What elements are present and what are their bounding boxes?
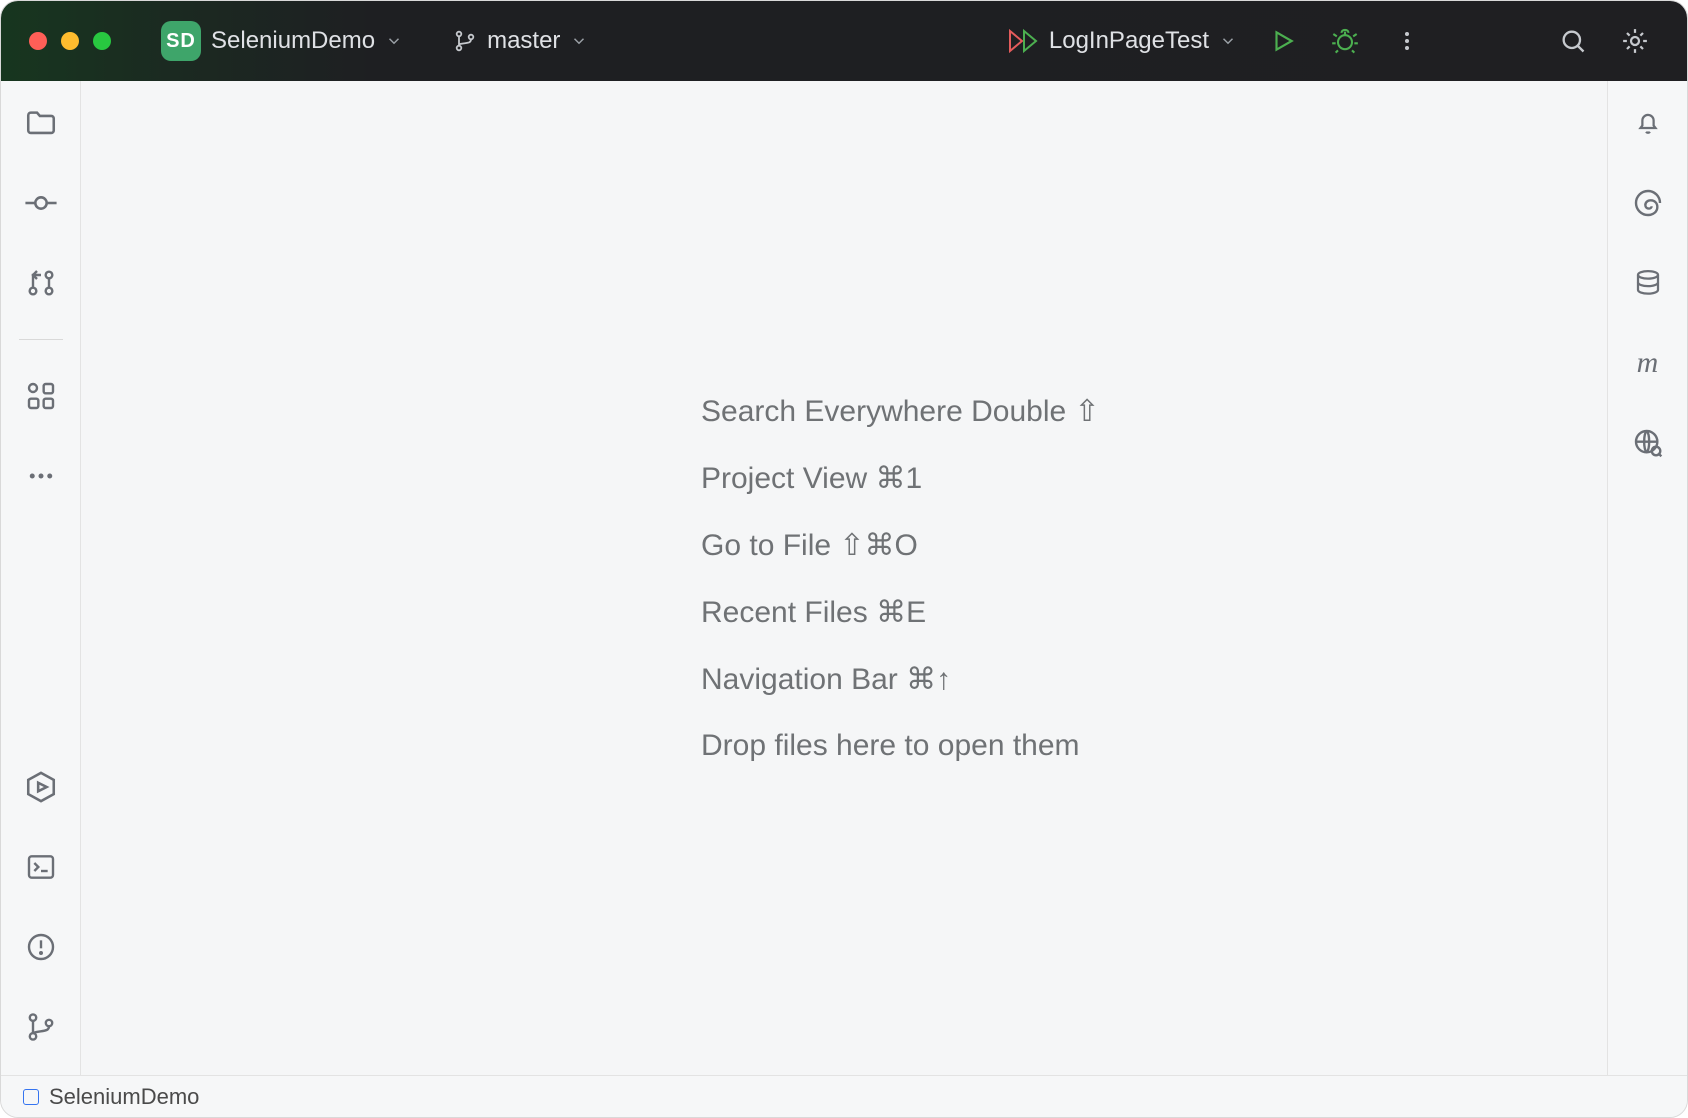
project-name-label: SeleniumDemo [211,27,375,55]
play-icon [1270,28,1296,54]
ai-assistant-tool-button[interactable] [1624,179,1672,227]
main-body: Search Everywhere Double ⇧ Project View … [1,81,1687,1075]
hint-navigation-bar: Navigation Bar ⌘↑ [701,662,1100,697]
web-tool-button[interactable] [1624,419,1672,467]
titlebar: SD SeleniumDemo master LogInPageTest [1,1,1687,81]
run-button[interactable] [1259,17,1307,65]
spiral-icon [1632,187,1664,219]
right-tool-stripe: m [1607,81,1687,1075]
services-icon [24,770,58,804]
more-tool-windows-button[interactable] [17,452,65,500]
problems-icon [25,931,57,963]
hint-shortcut: ⌘↑ [906,663,951,696]
horizontal-dots-icon [26,461,56,491]
hint-shortcut: ⌘E [876,596,926,629]
status-bar: SeleniumDemo [1,1075,1687,1117]
hint-recent-files: Recent Files ⌘E [701,595,1100,630]
run-configuration-selector[interactable]: LogInPageTest [1001,23,1245,59]
vertical-dots-icon [1395,29,1419,53]
problems-tool-button[interactable] [17,923,65,971]
hint-shortcut: ⌘1 [876,462,923,495]
debug-button[interactable] [1321,17,1369,65]
more-actions-button[interactable] [1383,17,1431,65]
terminal-tool-button[interactable] [17,843,65,891]
hint-label: Go to File [701,529,839,562]
hint-label: Search Everywhere [701,395,971,428]
editor-hints: Search Everywhere Double ⇧ Project View … [701,394,1100,763]
structure-icon [25,380,57,412]
maximize-window-button[interactable] [93,32,111,50]
hint-search-everywhere: Search Everywhere Double ⇧ [701,394,1100,429]
bug-icon [1331,27,1359,55]
hint-label: Drop files here to open them [701,729,1080,762]
services-tool-button[interactable] [17,763,65,811]
pull-requests-tool-button[interactable] [17,259,65,307]
hint-shortcut: Double ⇧ [971,395,1100,428]
git-icon [25,1011,57,1043]
chevron-down-icon [385,32,403,50]
database-tool-button[interactable] [1624,259,1672,307]
project-selector[interactable]: SD SeleniumDemo [153,17,411,65]
chevron-down-icon [1219,32,1237,50]
globe-search-icon [1632,427,1664,459]
version-control-tool-button[interactable] [17,1003,65,1051]
left-tool-stripe [1,81,81,1075]
terminal-icon [25,851,57,883]
bell-icon [1633,108,1663,138]
hint-shortcut: ⇧⌘O [839,529,917,562]
notifications-tool-button[interactable] [1624,99,1672,147]
run-config-label: LogInPageTest [1049,27,1209,55]
module-icon [23,1089,39,1105]
minimize-window-button[interactable] [61,32,79,50]
sidebar-separator [19,339,63,340]
hint-project-view: Project View ⌘1 [701,461,1100,496]
branch-name-label: master [487,27,560,55]
settings-button[interactable] [1611,17,1659,65]
commit-tool-button[interactable] [17,179,65,227]
search-icon [1559,27,1587,55]
structure-tool-button[interactable] [17,372,65,420]
hint-label: Recent Files [701,596,876,629]
project-badge-icon: SD [161,21,201,61]
search-button[interactable] [1549,17,1597,65]
project-tool-button[interactable] [17,99,65,147]
git-branch-selector[interactable]: master [445,23,596,59]
database-icon [1633,268,1663,298]
editor-empty-state[interactable]: Search Everywhere Double ⇧ Project View … [81,81,1607,1075]
ide-window: SD SeleniumDemo master LogInPageTest [0,0,1688,1118]
run-config-icon [1009,28,1039,54]
folder-icon [24,106,58,140]
window-controls [29,32,111,50]
hint-label: Project View [701,462,876,495]
maven-tool-button[interactable]: m [1624,339,1672,387]
pull-request-icon [25,267,57,299]
maven-icon: m [1637,346,1659,380]
hint-drop-files: Drop files here to open them [701,729,1100,763]
hint-go-to-file: Go to File ⇧⌘O [701,528,1100,563]
commit-icon [24,186,58,220]
gear-icon [1620,26,1650,56]
hint-label: Navigation Bar [701,663,906,696]
chevron-down-icon [570,32,588,50]
close-window-button[interactable] [29,32,47,50]
status-module-label[interactable]: SeleniumDemo [49,1084,199,1110]
branch-icon [453,29,477,53]
